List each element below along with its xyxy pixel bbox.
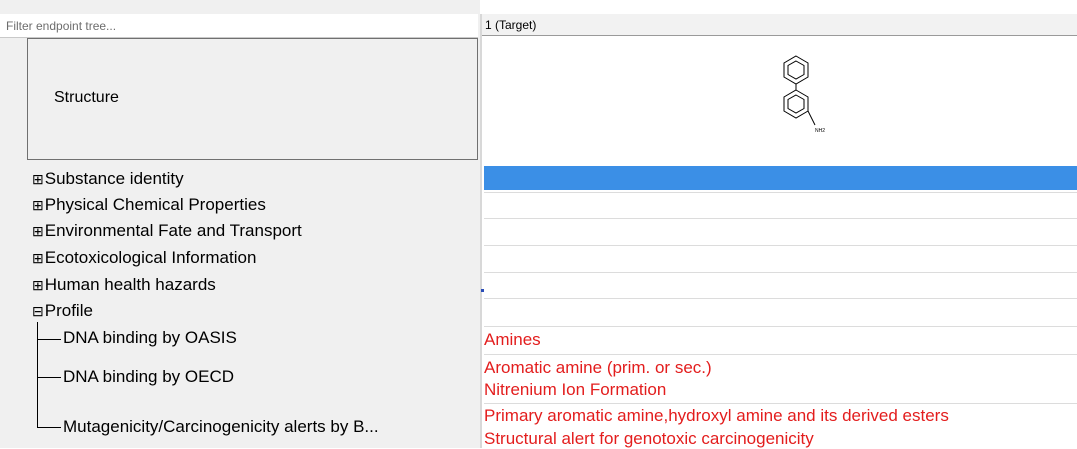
result-cell-mutagenicity-line1[interactable]: Primary aromatic amine,hydroxyl amine an…	[484, 406, 949, 426]
structure-header-cell: Structure	[27, 38, 478, 160]
amine-group-label: NH2	[815, 128, 825, 134]
expand-icon[interactable]: ⊞	[32, 277, 44, 293]
row-divider	[484, 272, 1077, 273]
endpoint-tree-pane: Filter endpoint tree... Structure ⊞Subst…	[0, 0, 480, 448]
tree-node-substance-identity[interactable]: ⊞Substance identity	[32, 166, 184, 192]
expand-icon[interactable]: ⊞	[32, 223, 44, 239]
tree-node-label: Environmental Fate and Transport	[44, 221, 302, 240]
expand-icon[interactable]: ⊞	[32, 171, 44, 187]
tree-node-physical-chemical-properties[interactable]: ⊞Physical Chemical Properties	[32, 192, 266, 218]
result-cell-dna-oasis[interactable]: Amines	[484, 330, 541, 350]
result-cell-dna-oecd-line2[interactable]: Nitrenium Ion Formation	[484, 380, 666, 400]
tree-connector-line	[37, 427, 61, 428]
tree-connector-line	[37, 339, 61, 340]
tree-node-profile[interactable]: ⊟Profile	[32, 298, 93, 324]
tree-node-mutagenicity-alerts[interactable]: Mutagenicity/Carcinogenicity alerts by B…	[63, 417, 379, 437]
filter-endpoint-tree-input[interactable]: Filter endpoint tree...	[0, 14, 478, 38]
tree-node-environmental-fate[interactable]: ⊞Environmental Fate and Transport	[32, 218, 302, 244]
tree-node-dna-binding-oecd[interactable]: DNA binding by OECD	[63, 367, 234, 387]
tree-node-label: Physical Chemical Properties	[44, 195, 266, 214]
tree-node-label: Ecotoxicological Information	[44, 248, 257, 267]
row-divider	[484, 326, 1077, 327]
tree-node-label: Human health hazards	[44, 275, 216, 294]
selected-row-highlight[interactable]	[484, 166, 1077, 190]
column-divider[interactable]	[480, 14, 482, 448]
row-divider	[484, 354, 1077, 355]
result-cell-dna-oecd-line1[interactable]: Aromatic amine (prim. or sec.)	[484, 358, 712, 378]
collapse-icon[interactable]: ⊟	[32, 303, 44, 319]
row-divider	[484, 245, 1077, 246]
target-column-header[interactable]: 1 (Target)	[482, 14, 1077, 36]
row-divider	[484, 403, 1077, 404]
tree-node-label: Substance identity	[44, 169, 184, 188]
tree-node-dna-binding-oasis[interactable]: DNA binding by OASIS	[63, 328, 237, 348]
tree-node-human-health-hazards[interactable]: ⊞Human health hazards	[32, 272, 216, 298]
row-divider	[484, 192, 1077, 193]
result-cell-mutagenicity-line2[interactable]: Structural alert for genotoxic carcinoge…	[484, 429, 814, 449]
tree-node-label: Profile	[44, 301, 93, 320]
row-divider	[484, 298, 1077, 299]
row-divider	[484, 218, 1077, 219]
structure-label: Structure	[54, 89, 119, 106]
tree-connector-line	[37, 322, 38, 427]
expand-icon[interactable]: ⊞	[32, 197, 44, 213]
expand-icon[interactable]: ⊞	[32, 250, 44, 266]
tree-node-ecotoxicological-information[interactable]: ⊞Ecotoxicological Information	[32, 245, 256, 271]
chemical-structure-image: NH2	[783, 55, 825, 134]
resize-marker	[481, 289, 484, 292]
tree-connector-line	[37, 377, 61, 378]
